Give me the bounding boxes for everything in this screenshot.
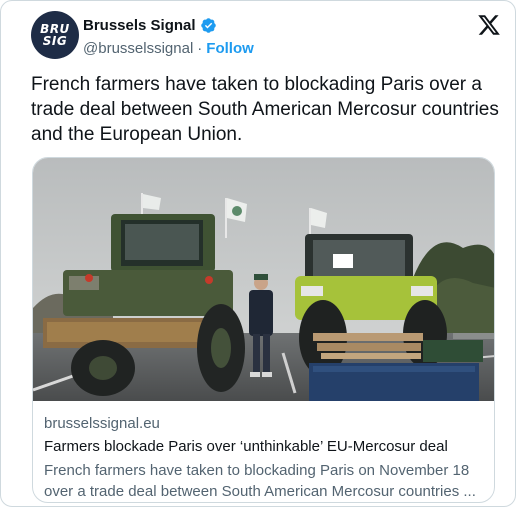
verified-badge-icon xyxy=(200,17,216,33)
tweet-text: French farmers have taken to blockading … xyxy=(31,74,499,145)
avatar[interactable]: BRU SIG xyxy=(31,11,79,59)
separator-dot: · xyxy=(197,39,203,57)
account-handle-row: @brusselssignal · Follow xyxy=(83,38,254,58)
link-description: French farmers have taken to blockading … xyxy=(44,462,476,500)
link-preview-image[interactable] xyxy=(33,158,495,401)
tweet-embed-card: BRU SIG Brussels Signal @brusselssignal … xyxy=(0,0,516,507)
tweet-header: BRU SIG Brussels Signal @brusselssignal … xyxy=(31,11,501,59)
avatar-text-line2: SIG xyxy=(42,34,68,48)
account-name-row: Brussels Signal xyxy=(83,15,217,35)
follow-button[interactable]: Follow xyxy=(206,40,254,57)
x-logo-icon[interactable] xyxy=(477,13,501,37)
link-preview-meta: brusselssignal.eu Farmers blockade Paris… xyxy=(44,414,489,502)
account-handle[interactable]: @brusselssignal xyxy=(83,40,193,57)
link-title[interactable]: Farmers blockade Paris over ‘unthinkable… xyxy=(44,436,489,458)
link-domain[interactable]: brusselssignal.eu xyxy=(44,414,489,434)
link-preview-card[interactable]: brusselssignal.eu Farmers blockade Paris… xyxy=(32,157,495,503)
account-name[interactable]: Brussels Signal xyxy=(83,17,196,34)
